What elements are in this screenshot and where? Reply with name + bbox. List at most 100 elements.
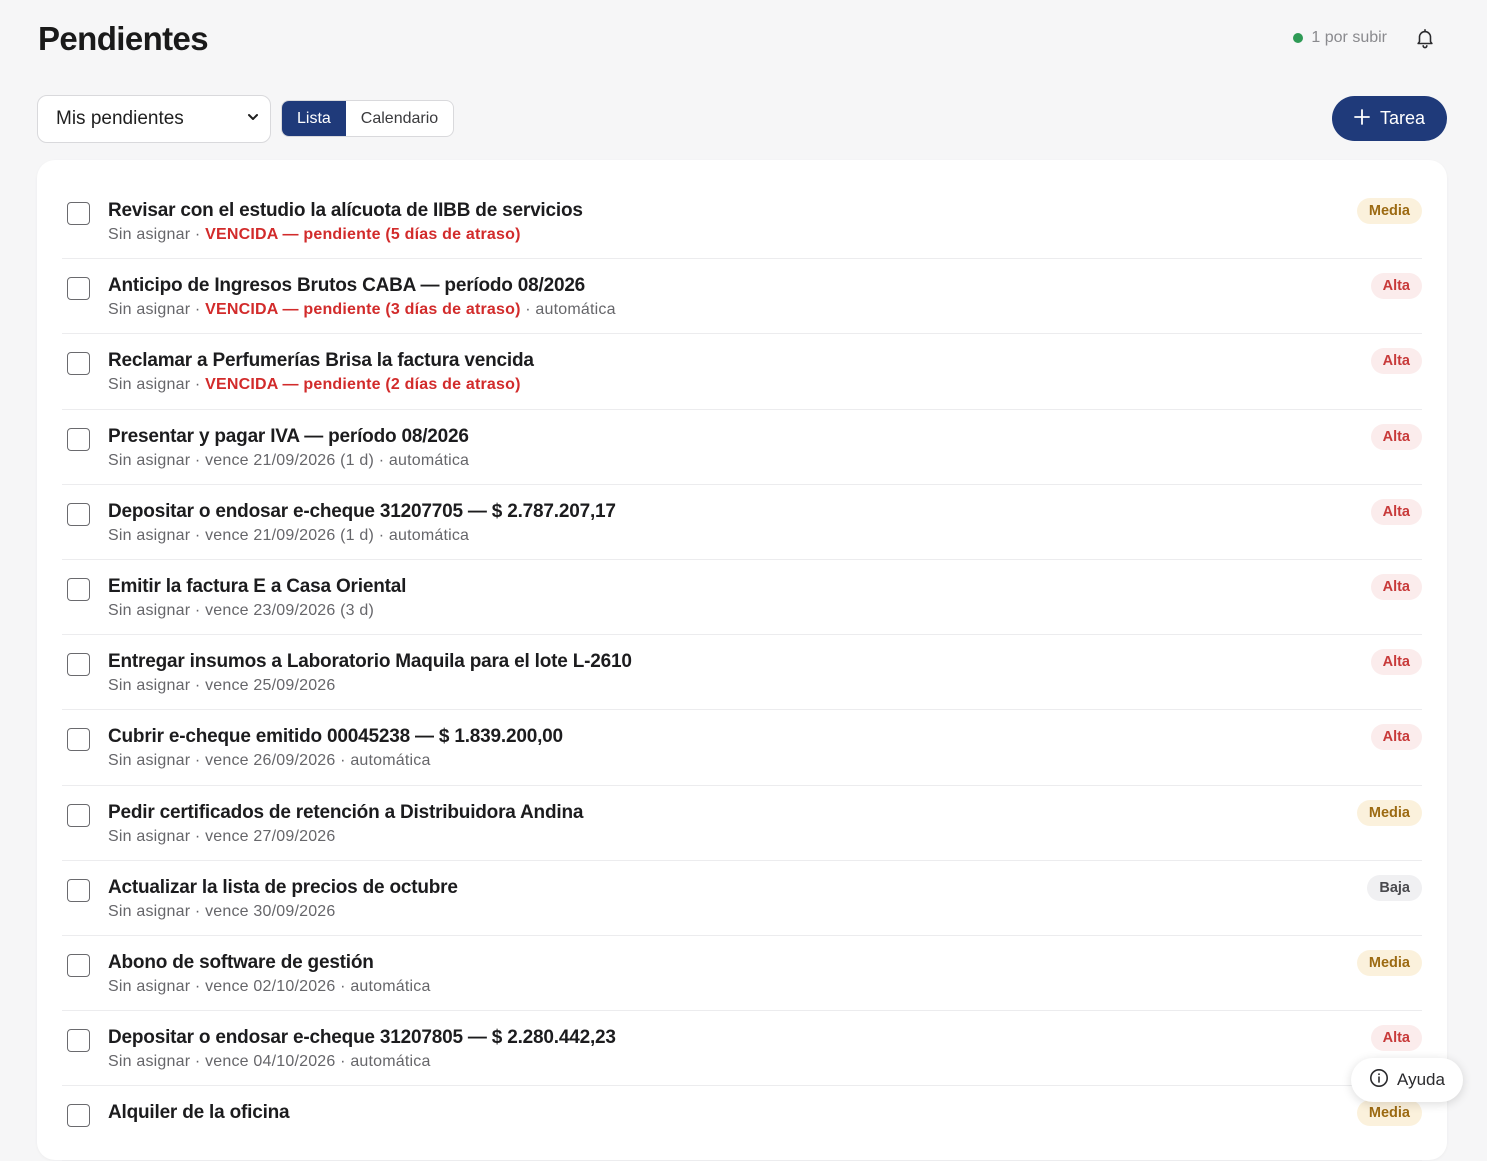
task-row[interactable]: Pedir certificados de retención a Distri… xyxy=(62,786,1422,861)
task-row[interactable]: Presentar y pagar IVA — período 08/2026 S… xyxy=(62,410,1422,485)
task-meta: Sin asignar · vence 25/09/2026 xyxy=(108,677,336,695)
bell-icon[interactable] xyxy=(1413,26,1437,50)
tab-calendario[interactable]: Calendario xyxy=(346,101,453,136)
filter-select[interactable]: Mis pendientes xyxy=(37,95,271,143)
task-row[interactable]: Entregar insumos a Laboratorio Maquila p… xyxy=(62,635,1422,711)
info-icon xyxy=(1369,1068,1389,1093)
meta-separator: · xyxy=(190,902,206,920)
task-row[interactable]: Emitir la factura E a Casa Oriental Sin a… xyxy=(62,560,1422,636)
task-checkbox[interactable] xyxy=(67,728,90,752)
task-meta: Sin asignar · VENCIDA — pendiente (3 día… xyxy=(108,301,616,319)
task-row[interactable]: Depositar o endosar e-cheque 31207805 — … xyxy=(62,1011,1422,1087)
task-auto: automática xyxy=(350,977,431,995)
task-title[interactable]: Emitir la factura E a Casa Oriental xyxy=(108,576,406,598)
task-meta: Sin asignar · vence 27/09/2026 xyxy=(108,828,336,846)
task-list: Revisar con el estudio la alícuota de II… xyxy=(62,184,1422,1161)
priority-badge: Baja xyxy=(1367,874,1422,901)
task-assignee: Sin asignar xyxy=(108,902,191,920)
task-title[interactable]: Depositar o endosar e-cheque 31207705 — … xyxy=(108,501,616,523)
task-row[interactable]: Actualizar la lista de precios de octubr… xyxy=(62,861,1422,936)
task-meta: Sin asignar · VENCIDA — pendiente (2 día… xyxy=(108,376,521,394)
task-row[interactable]: Anticipo de Ingresos Brutos CABA — perío… xyxy=(62,259,1422,335)
task-checkbox[interactable] xyxy=(67,1104,90,1128)
page-title: Pendientes xyxy=(38,20,209,57)
task-row[interactable]: Abono de software de gestión Sin asignar … xyxy=(62,936,1422,1012)
meta-separator: · xyxy=(190,1053,206,1071)
meta-separator: · xyxy=(190,827,206,845)
task-assignee: Sin asignar xyxy=(108,301,191,319)
priority-badge: Alta xyxy=(1370,649,1422,676)
task-due: vence 25/09/2026 xyxy=(205,677,336,695)
filter-select-value: Mis pendientes xyxy=(56,108,184,129)
add-task-button[interactable]: Tarea xyxy=(1332,96,1447,141)
task-list-card: Revisar con el estudio la alícuota de II… xyxy=(37,160,1447,1161)
task-checkbox[interactable] xyxy=(67,653,90,677)
task-due: vence 04/10/2026 xyxy=(205,1053,336,1071)
task-row[interactable]: Cubrir e-cheque emitido 00045238 — $ 1.8… xyxy=(62,710,1422,786)
task-row[interactable]: Depositar o endosar e-cheque 31207705 — … xyxy=(62,485,1422,560)
task-meta: Sin asignar · vence 26/09/2026 · automát… xyxy=(108,752,431,770)
add-task-label: Tarea xyxy=(1379,108,1426,128)
view-toggle: Lista Calendario xyxy=(281,100,455,137)
meta-separator: · xyxy=(335,752,351,770)
meta-separator: · xyxy=(190,226,206,243)
task-title[interactable]: Actualizar la lista de precios de octubr… xyxy=(108,877,458,899)
task-auto: automática xyxy=(388,451,470,469)
meta-separator: · xyxy=(374,526,389,544)
task-checkbox[interactable] xyxy=(67,953,90,977)
task-title[interactable]: Reclamar a Perfumerías Brisa la factura … xyxy=(108,350,534,372)
tab-lista[interactable]: Lista xyxy=(282,101,346,136)
task-due: vence 23/09/2026 (3 d) xyxy=(205,601,375,619)
task-checkbox[interactable] xyxy=(67,803,90,827)
task-title[interactable]: Abono de software de gestión xyxy=(108,952,374,974)
meta-separator: · xyxy=(335,977,351,995)
task-assignee: Sin asignar xyxy=(108,677,191,695)
task-meta: Sin asignar · vence 23/09/2026 (3 d) xyxy=(108,602,374,620)
task-checkbox[interactable] xyxy=(67,202,90,225)
task-checkbox[interactable] xyxy=(67,352,90,376)
task-checkbox[interactable] xyxy=(67,1029,90,1053)
task-due: vence 26/09/2026 xyxy=(205,752,336,770)
task-title[interactable]: Cubrir e-cheque emitido 00045238 — $ 1.8… xyxy=(108,726,563,748)
task-auto: automática xyxy=(388,526,470,544)
task-title[interactable]: Revisar con el estudio la alícuota de II… xyxy=(108,200,583,222)
task-due: vence 21/09/2026 (1 d) xyxy=(205,451,375,469)
task-overdue: VENCIDA — pendiente (2 días de atraso) xyxy=(205,376,521,394)
task-assignee: Sin asignar xyxy=(108,526,191,544)
priority-badge: Media xyxy=(1356,949,1422,976)
task-meta: Sin asignar · vence 30/09/2026 xyxy=(108,903,336,921)
task-overdue: VENCIDA — pendiente (3 días de atraso) xyxy=(205,301,521,319)
priority-badge: Alta xyxy=(1370,573,1422,600)
task-title[interactable]: Entregar insumos a Laboratorio Maquila p… xyxy=(108,651,632,673)
meta-separator: · xyxy=(190,601,206,619)
meta-separator: · xyxy=(190,677,206,695)
task-title[interactable]: Presentar y pagar IVA — período 08/2026 xyxy=(108,426,469,448)
chevron-down-icon xyxy=(246,108,260,130)
upload-status: 1 por subir xyxy=(1293,29,1387,47)
task-title[interactable]: Depositar o endosar e-cheque 31207805 — … xyxy=(108,1027,616,1049)
task-row[interactable]: Revisar con el estudio la alícuota de II… xyxy=(62,184,1422,260)
task-title[interactable]: Alquiler de la oficina xyxy=(108,1102,290,1124)
task-overdue: VENCIDA — pendiente (5 días de atraso) xyxy=(205,226,521,243)
task-checkbox[interactable] xyxy=(67,878,90,902)
priority-badge: Alta xyxy=(1370,348,1422,375)
task-row[interactable]: Reclamar a Perfumerías Brisa la factura … xyxy=(62,334,1422,410)
task-checkbox[interactable] xyxy=(67,427,90,451)
priority-badge: Alta xyxy=(1370,423,1422,450)
task-title[interactable]: Pedir certificados de retención a Distri… xyxy=(108,802,583,824)
task-checkbox[interactable] xyxy=(67,277,90,301)
task-auto: automática xyxy=(350,752,431,770)
task-row[interactable]: Alquiler de la oficina Media xyxy=(62,1086,1422,1161)
task-title[interactable]: Anticipo de Ingresos Brutos CABA — perío… xyxy=(108,275,585,297)
priority-badge: Media xyxy=(1356,1100,1422,1127)
priority-badge: Media xyxy=(1356,799,1422,826)
header-actions: 1 por subir xyxy=(1293,26,1437,50)
help-label: Ayuda xyxy=(1397,1070,1445,1089)
task-auto: automática xyxy=(535,301,616,319)
task-checkbox[interactable] xyxy=(67,577,90,601)
task-due: vence 30/09/2026 xyxy=(205,902,336,920)
task-checkbox[interactable] xyxy=(67,502,90,526)
help-button[interactable]: Ayuda xyxy=(1351,1058,1463,1102)
task-meta: Sin asignar · vence 02/10/2026 · automát… xyxy=(108,978,431,996)
task-meta: Sin asignar · vence 04/10/2026 · automát… xyxy=(108,1053,431,1071)
